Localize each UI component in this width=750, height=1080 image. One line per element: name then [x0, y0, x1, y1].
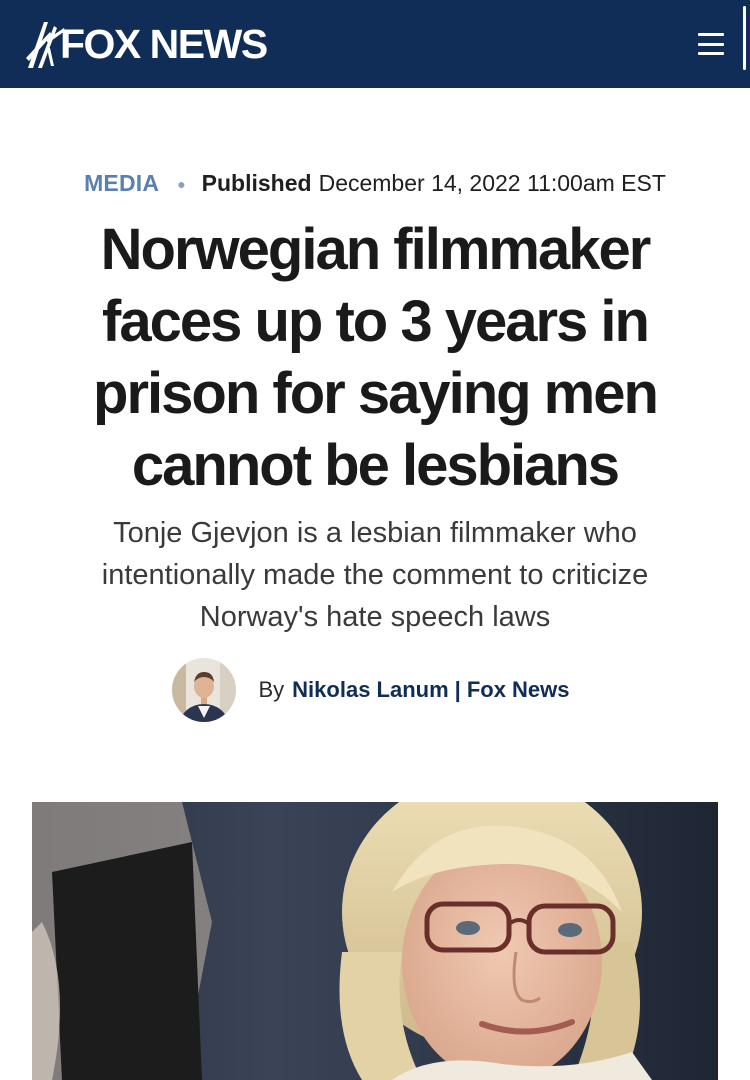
- article-headline: Norwegian filmmaker faces up to 3 years …: [93, 217, 659, 498]
- meta-separator-dot: ●: [177, 175, 186, 192]
- byline-prefix: By: [258, 677, 285, 702]
- published-label: Published: [201, 170, 312, 196]
- category-link[interactable]: MEDIA: [84, 170, 159, 197]
- hero-image[interactable]: [32, 802, 718, 1080]
- author-avatar[interactable]: [172, 658, 237, 722]
- photo-of-woman-with-glasses: [32, 802, 718, 1080]
- article-subheadline: Tonje Gjevjon is a lesbian filmmaker who…: [101, 517, 649, 633]
- top-navigation-bar: FOX NEWS: [0, 0, 750, 88]
- hamburger-menu-icon[interactable]: [698, 33, 724, 55]
- logo-wordmark: FOX NEWS: [60, 20, 268, 67]
- byline-separator: |: [454, 677, 461, 702]
- scroll-indicator: [743, 6, 746, 70]
- published-date: December 14, 2022 11:00am EST: [318, 170, 666, 196]
- outlet-link[interactable]: Fox News: [467, 677, 570, 702]
- fox-news-logo[interactable]: FOX NEWS: [24, 14, 268, 74]
- byline-text: By Nikolas Lanum | Fox News: [258, 677, 569, 703]
- article-meta: MEDIA ● Published December 14, 2022 11:0…: [0, 170, 750, 197]
- author-link[interactable]: Nikolas Lanum: [292, 677, 448, 702]
- byline: By Nikolas Lanum | Fox News: [0, 658, 750, 722]
